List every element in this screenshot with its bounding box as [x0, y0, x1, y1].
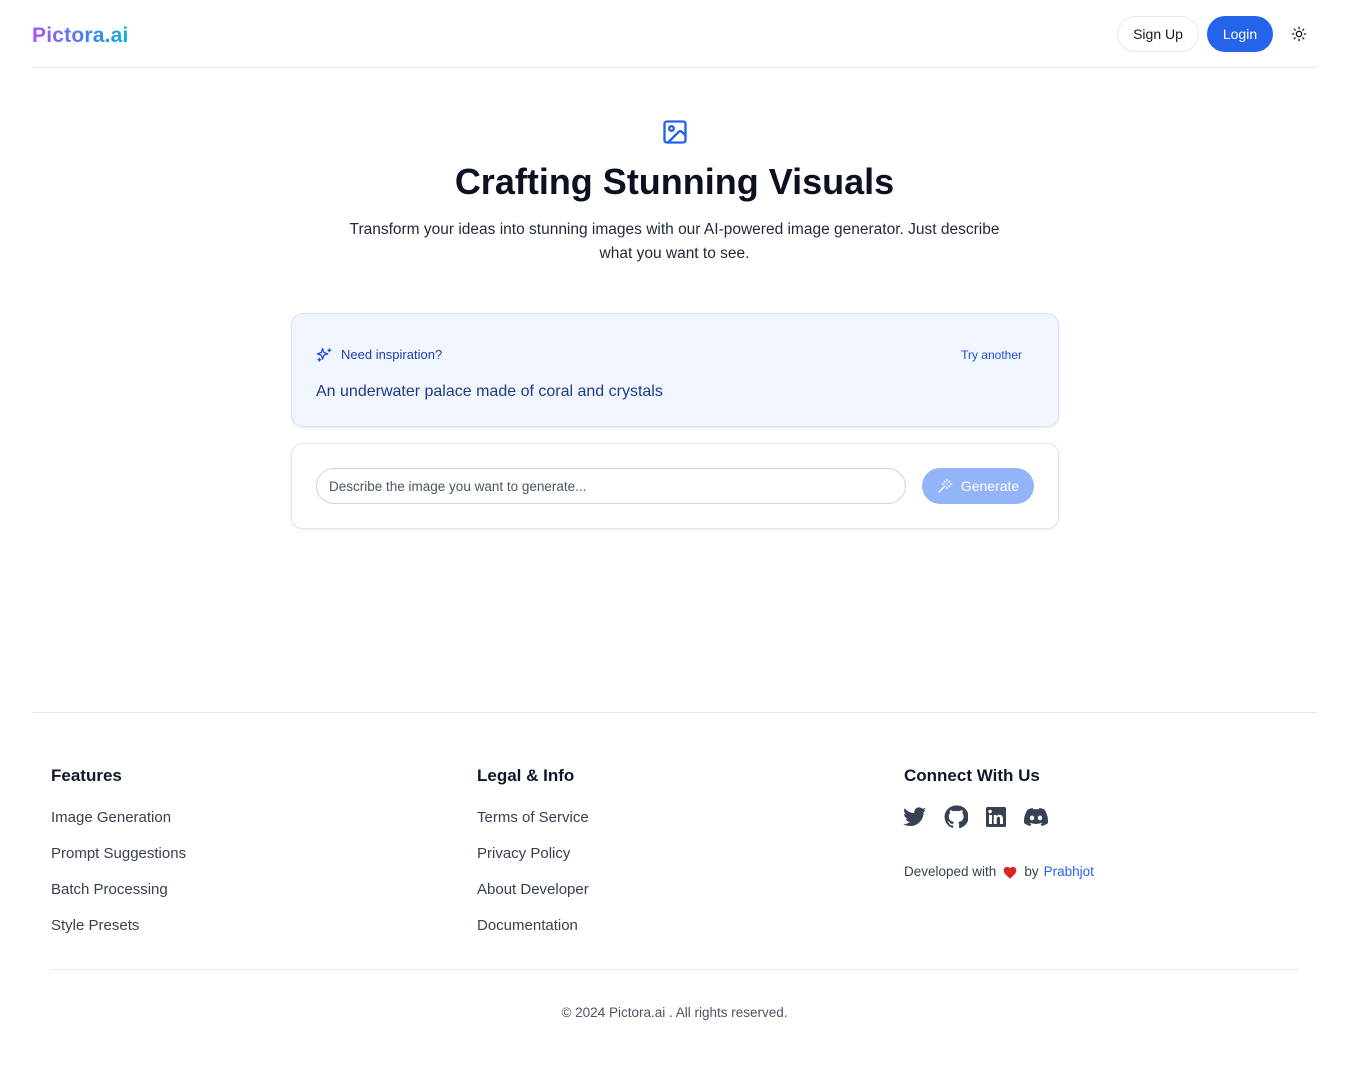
- copyright-text: © 2024 Pictora.ai . All rights reserved.: [561, 1005, 788, 1020]
- heart-icon: [1003, 866, 1017, 879]
- generate-button[interactable]: Generate: [922, 468, 1034, 504]
- sparkles-icon: [316, 348, 332, 362]
- footer-link-privacy[interactable]: Privacy Policy: [477, 844, 570, 864]
- inspiration-card: Need inspiration? Try another An underwa…: [291, 313, 1059, 427]
- sign-up-button[interactable]: Sign Up: [1117, 16, 1199, 52]
- discord-icon[interactable]: [1024, 805, 1048, 829]
- page-subtitle: Transform your ideas into stunning image…: [349, 221, 1000, 262]
- prompt-card: Generate: [291, 443, 1059, 529]
- developer-link[interactable]: Prabhjot: [1044, 862, 1094, 882]
- features-heading: Features: [51, 766, 122, 785]
- developer-by: by: [1024, 864, 1039, 879]
- login-button[interactable]: Login: [1207, 16, 1273, 52]
- linkedin-icon[interactable]: [984, 805, 1008, 829]
- footer-link-prompt-suggestions[interactable]: Prompt Suggestions: [51, 844, 186, 864]
- footer-link-about-developer[interactable]: About Developer: [477, 880, 589, 900]
- legal-heading: Legal & Info: [477, 766, 575, 785]
- twitter-icon[interactable]: [903, 805, 927, 829]
- magic-wand-icon: [938, 478, 953, 493]
- page-title: Crafting Stunning Visuals: [454, 161, 895, 202]
- developer-credit: Developed with by Prabhjot: [904, 862, 1094, 882]
- generate-label: Generate: [960, 478, 1020, 494]
- sun-icon: [1291, 26, 1307, 42]
- inspiration-suggestion[interactable]: An underwater palace made of coral and c…: [316, 381, 663, 403]
- image-icon: [663, 120, 687, 144]
- site-header: Pictora.ai Sign Up Login: [32, 0, 1317, 68]
- footer-divider: [32, 712, 1317, 713]
- footer-link-style-presets[interactable]: Style Presets: [51, 916, 139, 936]
- developer-prefix: Developed with: [904, 864, 997, 879]
- try-another-button[interactable]: Try another: [961, 347, 1022, 363]
- footer-link-documentation[interactable]: Documentation: [477, 916, 578, 936]
- inspiration-label: Need inspiration?: [341, 347, 443, 362]
- footer-link-batch-processing[interactable]: Batch Processing: [51, 880, 168, 900]
- footer-bottom-divider: [51, 969, 1299, 970]
- theme-toggle-button[interactable]: [1288, 23, 1310, 45]
- prompt-input[interactable]: [316, 468, 906, 504]
- connect-heading: Connect With Us: [904, 766, 1040, 785]
- footer-link-terms[interactable]: Terms of Service: [477, 808, 589, 828]
- footer-link-image-generation[interactable]: Image Generation: [51, 808, 171, 828]
- github-icon[interactable]: [944, 805, 968, 829]
- logo[interactable]: Pictora.ai: [32, 22, 129, 50]
